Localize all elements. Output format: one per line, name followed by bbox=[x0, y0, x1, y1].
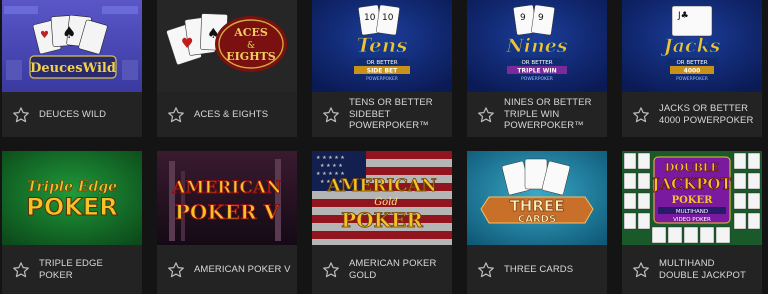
game-grid: ♠ ♥ DeucesWild DEUCES WILD ♥ ♠ ACES & EI… bbox=[0, 0, 768, 294]
game-card-american-poker-v[interactable]: AMERICAN POKER V AMERICAN POKER V bbox=[157, 151, 297, 294]
svg-text:POKER: POKER bbox=[672, 195, 714, 206]
game-thumbnail[interactable]: J♣ Jacks OR BETTER 4000 POWERPOKER bbox=[622, 0, 762, 92]
logo-text: Jacks bbox=[661, 35, 721, 57]
star-outline-icon[interactable] bbox=[477, 106, 495, 124]
game-card-jacks-or-better-4000[interactable]: J♣ Jacks OR BETTER 4000 POWERPOKER JACKS… bbox=[622, 0, 762, 137]
svg-text:Gold: Gold bbox=[374, 197, 398, 208]
logo-text: Nines bbox=[505, 35, 567, 57]
svg-text:MULTIHAND: MULTIHAND bbox=[676, 209, 708, 215]
svg-text:4000: 4000 bbox=[684, 68, 701, 75]
svg-text:9: 9 bbox=[538, 13, 544, 23]
star-outline-icon[interactable] bbox=[167, 106, 185, 124]
star-outline-icon[interactable] bbox=[12, 261, 30, 279]
svg-text:OR BETTER: OR BETTER bbox=[366, 60, 397, 66]
svg-text:10: 10 bbox=[364, 13, 376, 23]
game-thumbnail[interactable]: Triple Edge POKER bbox=[2, 151, 142, 245]
svg-text:VIDEO POKER: VIDEO POKER bbox=[673, 217, 711, 223]
game-thumbnail[interactable]: ★ ★ ★ ★ ★ ★ ★ ★ ★ ★ ★ ★ ★ ★ ★ ★ ★ ★ AMER… bbox=[312, 151, 452, 245]
star-outline-icon[interactable] bbox=[12, 106, 30, 124]
svg-text:♥: ♥ bbox=[40, 30, 49, 41]
game-meta: NINES OR BETTER TRIPLE WIN POWERPOKER™ bbox=[467, 92, 607, 137]
svg-text:POWERPOKER: POWERPOKER bbox=[521, 76, 553, 82]
svg-text:10: 10 bbox=[382, 13, 394, 23]
game-title[interactable]: AMERICAN POKER V bbox=[194, 264, 291, 276]
game-card-aces-eights[interactable]: ♥ ♠ ACES & EIGHTS ACES & EIGHTS bbox=[157, 0, 297, 137]
svg-text:JACKPOT: JACKPOT bbox=[650, 175, 732, 193]
game-thumbnail[interactable]: DOUBLE JACKPOT POKER MULTIHAND VIDEO POK… bbox=[622, 151, 762, 245]
logo-text: Tens bbox=[356, 33, 407, 57]
logo-text: THREE bbox=[510, 197, 565, 215]
star-outline-icon[interactable] bbox=[322, 261, 340, 279]
game-meta: JACKS OR BETTER 4000 POWERPOKER bbox=[622, 92, 762, 137]
game-meta: THREE CARDS bbox=[467, 245, 607, 294]
svg-text:♥: ♥ bbox=[181, 36, 194, 52]
game-card-nines-or-better[interactable]: 9 9 Nines OR BETTER TRIPLE WIN POWERPOKE… bbox=[467, 0, 607, 137]
game-thumbnail[interactable]: 9 9 Nines OR BETTER TRIPLE WIN POWERPOKE… bbox=[467, 0, 607, 92]
game-thumbnail[interactable]: AMERICAN POKER V bbox=[157, 151, 297, 245]
game-meta: TENS OR BETTER SIDEBET POWERPOKER™ bbox=[312, 92, 452, 137]
game-title[interactable]: TENS OR BETTER SIDEBET POWERPOKER™ bbox=[349, 97, 446, 132]
game-title[interactable]: THREE CARDS bbox=[504, 264, 573, 276]
game-thumbnail[interactable]: ♠ ♥ DeucesWild bbox=[2, 0, 142, 92]
game-title[interactable]: TRIPLE EDGE POKER bbox=[39, 258, 136, 281]
star-outline-icon[interactable] bbox=[322, 106, 340, 124]
game-meta: MULTIHAND DOUBLE JACKPOT bbox=[622, 245, 762, 294]
game-meta: AMERICAN POKER V bbox=[157, 245, 297, 294]
game-meta: ACES & EIGHTS bbox=[157, 92, 297, 137]
svg-text:POWERPOKER: POWERPOKER bbox=[676, 76, 708, 82]
game-title[interactable]: DEUCES WILD bbox=[39, 109, 106, 121]
game-title[interactable]: NINES OR BETTER TRIPLE WIN POWERPOKER™ bbox=[504, 97, 601, 132]
game-card-multihand-double-jackpot[interactable]: DOUBLE JACKPOT POKER MULTIHAND VIDEO POK… bbox=[622, 151, 762, 294]
svg-text:CARDS: CARDS bbox=[518, 214, 556, 225]
svg-text:♠: ♠ bbox=[62, 23, 76, 42]
logo-text: AMERICAN bbox=[326, 176, 436, 196]
logo-text: AMERICAN bbox=[171, 178, 281, 198]
game-title[interactable]: AMERICAN POKER GOLD bbox=[349, 258, 446, 281]
svg-text:POWERPOKER: POWERPOKER bbox=[366, 76, 398, 82]
svg-text:9: 9 bbox=[520, 13, 526, 23]
star-outline-icon[interactable] bbox=[167, 261, 185, 279]
svg-text:POKER: POKER bbox=[341, 208, 423, 232]
game-meta: DEUCES WILD bbox=[2, 92, 142, 137]
game-meta: AMERICAN POKER GOLD bbox=[312, 245, 452, 294]
svg-text:EIGHTS: EIGHTS bbox=[226, 50, 276, 63]
game-title[interactable]: ACES & EIGHTS bbox=[194, 109, 268, 121]
logo-text: DeucesWild bbox=[30, 61, 116, 76]
game-title[interactable]: MULTIHAND DOUBLE JACKPOT bbox=[659, 258, 756, 281]
game-card-american-poker-gold[interactable]: ★ ★ ★ ★ ★ ★ ★ ★ ★ ★ ★ ★ ★ ★ ★ ★ ★ ★ AMER… bbox=[312, 151, 452, 294]
svg-text:POKER: POKER bbox=[26, 193, 117, 221]
game-meta: TRIPLE EDGE POKER bbox=[2, 245, 142, 294]
game-thumbnail[interactable]: 10 10 Tens OR BETTER SIDE BET POWERPOKER bbox=[312, 0, 452, 92]
svg-text:POKER V: POKER V bbox=[175, 200, 280, 224]
svg-text:TRIPLE WIN: TRIPLE WIN bbox=[517, 68, 556, 75]
svg-text:J♣: J♣ bbox=[677, 11, 689, 21]
game-thumbnail[interactable]: THREE CARDS bbox=[467, 151, 607, 245]
game-title[interactable]: JACKS OR BETTER 4000 POWERPOKER bbox=[659, 103, 756, 126]
logo-text: ACES bbox=[233, 26, 268, 39]
game-thumbnail[interactable]: ♥ ♠ ACES & EIGHTS bbox=[157, 0, 297, 92]
star-outline-icon[interactable] bbox=[632, 106, 650, 124]
game-card-deuces-wild[interactable]: ♠ ♥ DeucesWild DEUCES WILD bbox=[2, 0, 142, 137]
game-card-tens-or-better[interactable]: 10 10 Tens OR BETTER SIDE BET POWERPOKER… bbox=[312, 0, 452, 137]
logo-text: DOUBLE bbox=[665, 161, 719, 174]
svg-text:SIDE BET: SIDE BET bbox=[367, 68, 398, 75]
svg-text:OR BETTER: OR BETTER bbox=[676, 60, 707, 66]
game-card-triple-edge-poker[interactable]: Triple Edge POKER TRIPLE EDGE POKER bbox=[2, 151, 142, 294]
star-outline-icon[interactable] bbox=[477, 261, 495, 279]
svg-text:OR BETTER: OR BETTER bbox=[521, 60, 552, 66]
star-outline-icon[interactable] bbox=[632, 261, 650, 279]
game-card-three-cards[interactable]: THREE CARDS THREE CARDS bbox=[467, 151, 607, 294]
